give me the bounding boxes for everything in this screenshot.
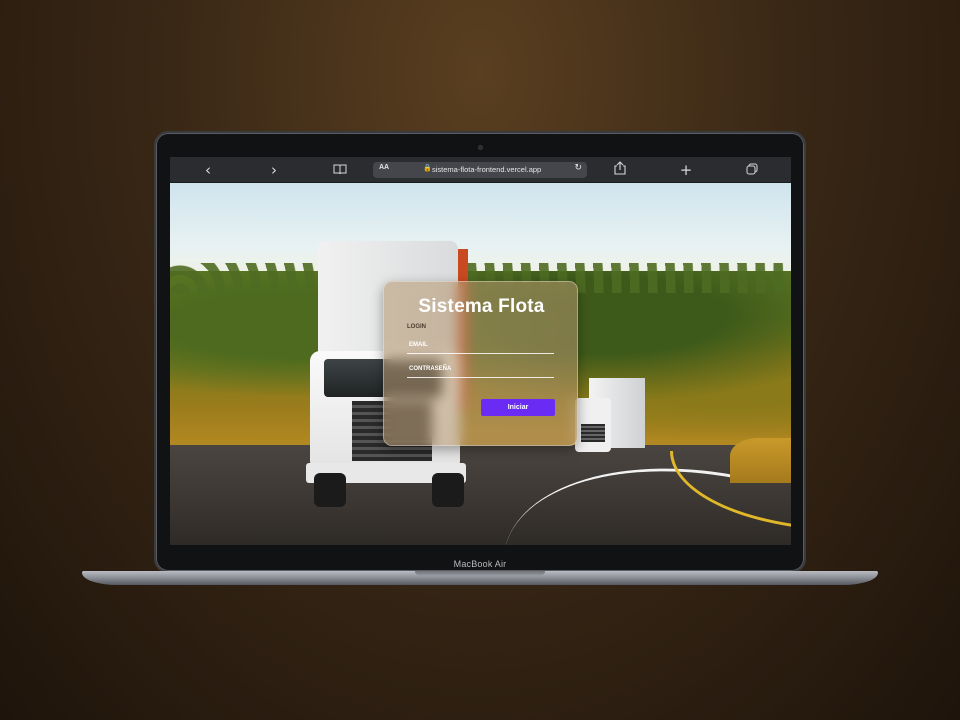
text-size-button[interactable]: AA — [379, 164, 389, 171]
laptop-bezel: MacBook Air — [154, 545, 806, 573]
reload-icon[interactable]: ↻ — [574, 163, 582, 173]
login-card: Sistema Flota LOGIN EMAIL CONTRASEÑA Ini… — [383, 281, 578, 446]
camera-dot — [478, 145, 483, 150]
roadside-grass — [730, 438, 791, 483]
screen: ‹ › AA 🔒 sistema-flota-frontend.vercel.a… — [170, 157, 791, 545]
truck-distant — [575, 378, 645, 458]
browser-toolbar: ‹ › AA 🔒 sistema-flota-frontend.vercel.a… — [170, 157, 791, 183]
background-photo: Sistema Flota LOGIN EMAIL CONTRASEÑA Ini… — [170, 183, 791, 545]
login-subtitle: LOGIN — [407, 324, 426, 330]
forward-icon[interactable]: › — [265, 161, 283, 179]
email-label: EMAIL — [409, 342, 428, 348]
lock-icon: 🔒 — [423, 164, 432, 172]
login-title: Sistema Flota — [418, 296, 545, 317]
password-field[interactable]: CONTRASEÑA — [407, 364, 554, 378]
url-text[interactable]: sistema-flota-frontend.vercel.app — [432, 165, 541, 174]
tabs-icon[interactable] — [743, 161, 761, 179]
device-label: MacBook Air — [453, 559, 507, 569]
address-bar[interactable]: AA 🔒 sistema-flota-frontend.vercel.app ↻ — [373, 162, 587, 178]
login-button[interactable]: Iniciar — [481, 399, 555, 416]
base-notch — [415, 571, 545, 576]
new-tab-icon[interactable]: + — [677, 161, 695, 179]
password-label: CONTRASEÑA — [409, 366, 452, 372]
email-field[interactable]: EMAIL — [407, 340, 554, 354]
laptop-base — [82, 571, 878, 585]
share-icon[interactable] — [611, 161, 629, 179]
back-icon[interactable]: ‹ — [199, 161, 217, 179]
bookmarks-icon[interactable] — [331, 161, 349, 179]
